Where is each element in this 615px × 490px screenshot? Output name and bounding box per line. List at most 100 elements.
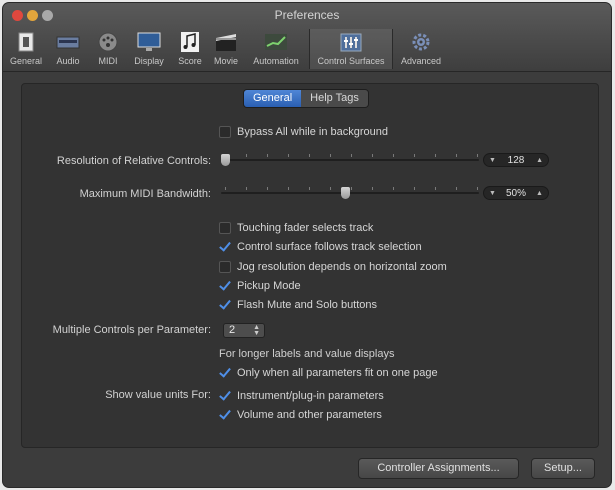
checkmark-icon[interactable] [219, 241, 231, 253]
checkbox-label: Only when all parameters fit on one page [237, 366, 438, 379]
toolbar-display[interactable]: Display [129, 29, 169, 69]
bandwidth-stepper[interactable]: ▼ 50% ▲ [483, 186, 549, 200]
increment-icon[interactable]: ▲ [536, 190, 543, 197]
tab-general[interactable]: General [244, 90, 302, 107]
toolbar-movie[interactable]: Movie [209, 29, 243, 69]
units-volume-checkbox[interactable]: Volume and other parameters [219, 407, 382, 422]
automation-icon [265, 34, 287, 50]
slider-tick [246, 187, 247, 190]
slider-tick [351, 187, 352, 190]
window-title: Preferences [274, 8, 340, 22]
longer-labels-note: For longer labels and value displays [219, 348, 395, 360]
slider-tick [477, 187, 478, 190]
controller-assignments-button[interactable]: Controller Assignments... [358, 458, 519, 479]
jog-resolution-checkbox[interactable]: Jog resolution depends on horizontal zoo… [219, 259, 447, 274]
audio-icon [56, 36, 80, 49]
slider-tick [456, 154, 457, 157]
checkmark-icon[interactable] [219, 390, 231, 402]
checkmark-icon[interactable] [219, 299, 231, 311]
slider-tick [267, 154, 268, 157]
control-surfaces-icon [340, 33, 362, 52]
slider-tick [267, 187, 268, 190]
checkbox-label: Pickup Mode [237, 279, 301, 292]
multiple-controls-popup[interactable]: 2 ▲ ▼ [223, 323, 265, 338]
checkbox-label: Jog resolution depends on horizontal zoo… [237, 260, 447, 273]
checkbox-label: Flash Mute and Solo buttons [237, 298, 378, 311]
score-icon [181, 32, 199, 52]
slider-tick [414, 154, 415, 157]
movie-icon [216, 34, 236, 51]
checkmark-icon[interactable] [219, 409, 231, 421]
resolution-label: Resolution of Relative Controls: [56, 155, 211, 167]
toolbar-automation[interactable]: Automation [245, 29, 307, 69]
decrement-icon[interactable]: ▼ [489, 157, 496, 164]
multiple-controls-label: Multiple Controls per Parameter: [52, 324, 211, 336]
slider-tick [309, 154, 310, 157]
slider-track [221, 154, 479, 161]
touching-fader-checkbox[interactable]: Touching fader selects track [219, 220, 373, 235]
slider-knob[interactable] [221, 154, 230, 166]
slider-tick [330, 187, 331, 190]
bypass-all-checkbox[interactable]: Bypass All while in background [219, 124, 388, 139]
advanced-icon [412, 33, 430, 51]
slider-tick [309, 187, 310, 190]
slider-tick [393, 187, 394, 190]
slider-tick [372, 154, 373, 157]
resolution-value: 128 [507, 154, 525, 166]
pickup-mode-checkbox[interactable]: Pickup Mode [219, 278, 301, 293]
toolbar-advanced[interactable]: Advanced [395, 29, 447, 69]
bandwidth-value: 50% [505, 187, 526, 199]
only-when-fit-checkbox[interactable]: Only when all parameters fit on one page [219, 365, 438, 380]
slider-tick [393, 154, 394, 157]
popup-arrows-icon: ▲ ▼ [253, 324, 260, 337]
slider-tick [435, 187, 436, 190]
decrement-icon[interactable]: ▼ [489, 190, 496, 197]
bandwidth-label: Maximum MIDI Bandwidth: [79, 188, 211, 200]
setup-button[interactable]: Setup... [531, 458, 595, 479]
slider-tick [225, 187, 226, 190]
toolbar-control-surfaces[interactable]: Control Surfaces [309, 29, 393, 69]
show-units-label: Show value units For: [105, 389, 211, 401]
checkbox-box[interactable] [219, 260, 231, 273]
slider-tick [414, 187, 415, 190]
slider-knob[interactable] [341, 187, 350, 199]
toolbar-midi[interactable]: MIDI [93, 29, 123, 69]
checkmark-icon[interactable] [219, 280, 231, 292]
checkbox-label: Control surface follows track selection [237, 240, 422, 253]
tab-control: General Help Tags [243, 89, 369, 108]
resolution-slider[interactable] [221, 154, 479, 166]
tab-help-tags[interactable]: Help Tags [301, 90, 368, 107]
midi-icon [98, 32, 118, 52]
slider-tick [288, 154, 289, 157]
preferences-window: Preferences General Audio MIDI Display S… [3, 3, 611, 487]
increment-icon[interactable]: ▲ [536, 157, 543, 164]
checkbox-box[interactable] [219, 125, 231, 138]
slider-tick [288, 187, 289, 190]
checkbox-box[interactable] [219, 221, 231, 234]
checkbox-label: Touching fader selects track [237, 221, 374, 234]
toolbar-score[interactable]: Score [173, 29, 207, 69]
checkbox-label: Volume and other parameters [237, 408, 382, 421]
toolbar: Preferences General Audio MIDI Display S… [3, 3, 611, 72]
popup-value: 2 [229, 324, 236, 336]
units-instrument-checkbox[interactable]: Instrument/plug-in parameters [219, 388, 384, 403]
bandwidth-slider[interactable] [221, 187, 479, 199]
follows-selection-checkbox[interactable]: Control surface follows track selection [219, 239, 422, 254]
toolbar-audio[interactable]: Audio [51, 29, 85, 69]
slider-tick [477, 154, 478, 157]
slider-tick [351, 154, 352, 157]
slider-tick [330, 154, 331, 157]
slider-tick [456, 187, 457, 190]
flash-mute-checkbox[interactable]: Flash Mute and Solo buttons [219, 297, 377, 312]
slider-tick [372, 187, 373, 190]
display-icon [137, 32, 161, 51]
checkbox-label: Bypass All while in background [237, 125, 389, 138]
general-icon [18, 32, 34, 52]
resolution-stepper[interactable]: ▼ 128 ▲ [483, 153, 549, 167]
toolbar-general[interactable]: General [7, 29, 45, 69]
checkmark-icon[interactable] [219, 367, 231, 379]
slider-tick [246, 154, 247, 157]
checkbox-label: Instrument/plug-in parameters [237, 389, 384, 402]
slider-tick [435, 154, 436, 157]
slider-track [221, 187, 479, 194]
